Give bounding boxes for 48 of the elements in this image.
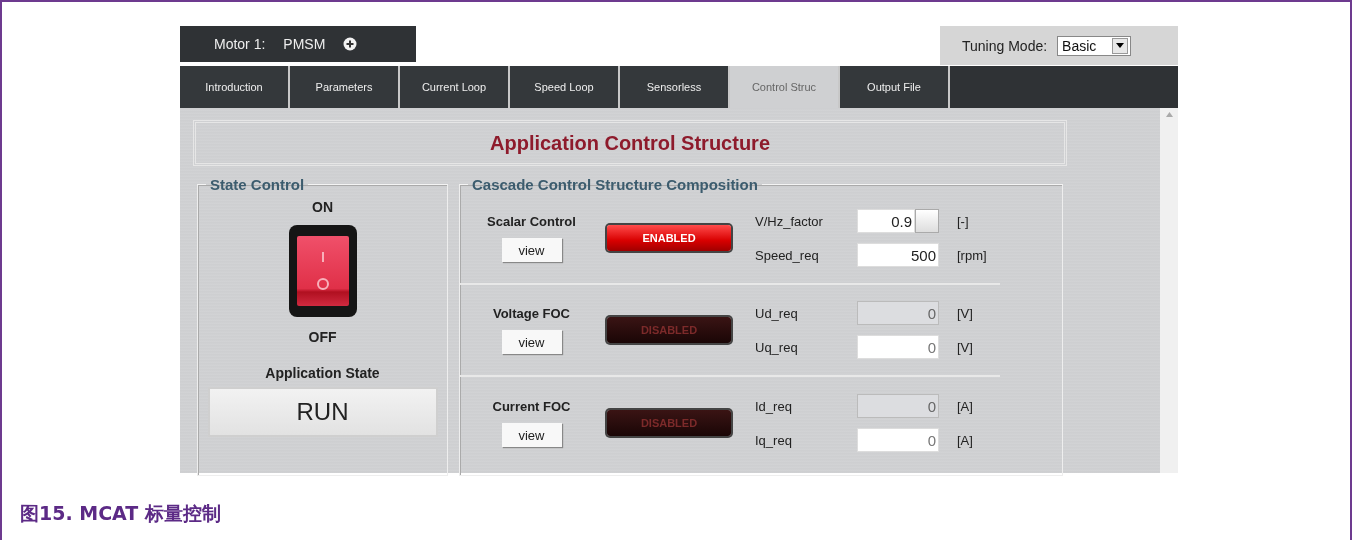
view-button[interactable]: view	[501, 238, 562, 262]
figure-caption: 图15. MCAT 标量控制	[20, 502, 221, 524]
application-state-label: Application State	[265, 365, 380, 381]
group-title: Cascade Control Structure Composition	[471, 176, 759, 193]
parameter-label: Iq_req	[755, 432, 793, 448]
caret-icon	[1112, 37, 1129, 54]
parameter-label: Ud_req	[755, 305, 799, 321]
plus-circle-icon[interactable]	[343, 37, 358, 51]
input-field[interactable]: 0	[857, 335, 939, 359]
unit-label: [-]	[957, 213, 969, 229]
stepper-button[interactable]	[915, 209, 939, 233]
tab[interactable]: Introduction	[180, 66, 290, 108]
section-label: Voltage FOC	[492, 306, 570, 321]
unit-label: [V]	[957, 305, 973, 321]
group-title: State Control	[209, 176, 306, 193]
view-button[interactable]: view	[501, 423, 562, 447]
tab[interactable]: Control Struc	[730, 66, 840, 108]
parameter-label: Id_req	[755, 398, 793, 414]
tab[interactable]: Speed Loop	[510, 66, 620, 108]
input-field[interactable]: 0.9	[857, 209, 915, 233]
section-label: Scalar Control	[487, 214, 576, 229]
application-state-display: RUN	[207, 387, 438, 437]
unit-label: [rpm]	[957, 247, 987, 263]
unit-label: [V]	[957, 339, 973, 355]
input-field[interactable]: 500	[857, 243, 939, 267]
power-switch[interactable]	[288, 225, 357, 317]
scroll-up-icon[interactable]	[1165, 112, 1173, 117]
page-title: Application Control Structure	[490, 131, 770, 155]
off-label: OFF	[308, 329, 337, 345]
tuning-mode-dropdown[interactable]: Basic	[1057, 35, 1132, 56]
unit-label: [A]	[957, 432, 973, 448]
parameter-label: V/Hz_factor	[755, 213, 824, 229]
input-field[interactable]: 0	[857, 428, 939, 452]
tab[interactable]: Parameters	[290, 66, 400, 108]
section-label: Current FOC	[492, 399, 571, 414]
view-button[interactable]: view	[501, 330, 562, 354]
motor-type: PMSM	[283, 36, 326, 52]
status-indicator[interactable]: ENABLED	[607, 225, 731, 251]
scrollbar[interactable]	[1160, 108, 1178, 473]
tuning-mode-label: Tuning Mode:	[962, 37, 1048, 54]
motor-label: Motor 1:	[214, 36, 266, 52]
tab[interactable]: Current Loop	[400, 66, 510, 108]
tab[interactable]: Output File	[840, 66, 950, 108]
tab[interactable]: Sensorless	[620, 66, 730, 108]
parameter-label: Uq_req	[755, 339, 799, 355]
parameter-label: Speed_req	[755, 247, 820, 263]
on-label: ON	[312, 199, 333, 215]
unit-label: [A]	[957, 398, 973, 414]
